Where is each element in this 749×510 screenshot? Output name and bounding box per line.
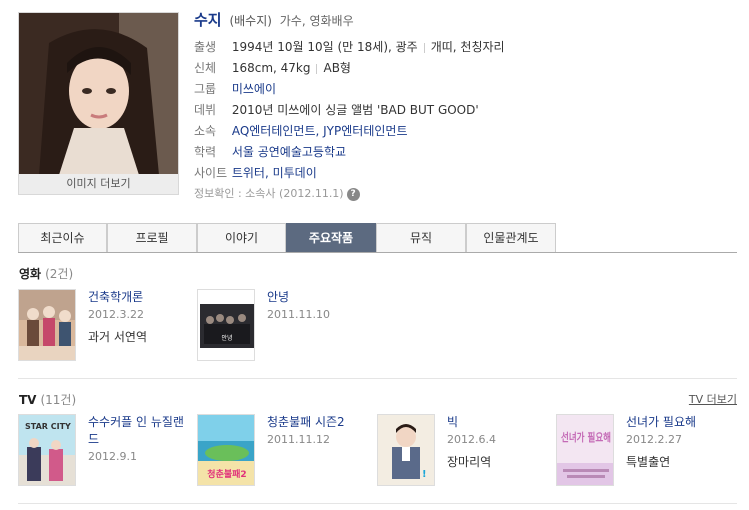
tv-item: STAR CITY 수수커플 인 뉴질랜드 2012.9.1 bbox=[18, 414, 193, 489]
tv-title[interactable]: 빅 bbox=[447, 414, 547, 431]
tv-info: 빅 2012.6.4 장마리역 bbox=[447, 414, 547, 472]
info-row-group: 그룹 미쓰에이 bbox=[194, 79, 505, 100]
separator bbox=[423, 42, 425, 53]
movies-heading: 영화 bbox=[19, 267, 42, 281]
tv-more-link[interactable]: TV 더보기 bbox=[689, 391, 737, 407]
birth-value: 1994년 10월 10일 (만 18세), 광주 bbox=[231, 40, 418, 54]
profile-portrait-image bbox=[19, 13, 178, 175]
person-real-name: (배수지) bbox=[229, 14, 272, 28]
tv-date: 2012.6.4 bbox=[447, 433, 496, 446]
movie-info: 건축학개론 2012.3.22 과거 서연역 bbox=[88, 289, 188, 347]
help-icon[interactable]: ? bbox=[346, 187, 360, 201]
info-label: 사이트 bbox=[194, 166, 228, 180]
tv-role: 특별출연 bbox=[626, 455, 671, 469]
info-row-body: 신체 168cm, 47kg AB형 bbox=[194, 58, 505, 79]
tv-date: 2012.9.1 bbox=[88, 450, 137, 463]
seonnyeo-text: 선녀가 필요해 bbox=[561, 430, 611, 444]
tv-role: 장마리역 bbox=[447, 455, 492, 469]
info-row-debut: 데뷔 2010년 미쓰에이 싱글 앨범 'BAD BUT GOOD' bbox=[194, 100, 505, 121]
svg-text:!: ! bbox=[422, 469, 427, 480]
agency-link[interactable]: AQ엔터테인먼트, JYP엔터테인먼트 bbox=[232, 124, 408, 138]
tab-recent-issues[interactable]: 최근이슈 bbox=[18, 223, 107, 252]
tv-count: (11건) bbox=[40, 393, 77, 407]
movie-item: 건축학개론 2012.3.22 과거 서연역 bbox=[18, 289, 193, 364]
tab-profile[interactable]: 프로필 bbox=[107, 223, 197, 252]
blood-type-value: AB형 bbox=[323, 61, 351, 75]
tv-heading: TV bbox=[19, 393, 37, 407]
movie-role: 과거 서연역 bbox=[88, 330, 148, 344]
tv-title[interactable]: 수수커플 인 뉴질랜드 bbox=[88, 414, 188, 448]
chungchun-text: 청춘불패2 bbox=[207, 468, 246, 480]
movie-date: 2011.11.10 bbox=[267, 308, 330, 321]
tv-poster-starcity[interactable]: STAR CITY bbox=[18, 414, 76, 486]
starcity-text: STAR CITY bbox=[25, 422, 71, 431]
info-verification: 정보확인 : 소속사 (2012.11.1)? bbox=[194, 184, 505, 204]
svg-text:안녕: 안녕 bbox=[221, 334, 232, 342]
movie-info: 안녕 2011.11.10 bbox=[267, 289, 367, 323]
tv-date: 2011.11.12 bbox=[267, 433, 330, 446]
movies-count: (2건) bbox=[45, 267, 74, 281]
site-links[interactable]: 트위터, 미투데이 bbox=[232, 166, 317, 180]
zodiac-value: 개띠, 천칭자리 bbox=[430, 40, 505, 54]
movie-poster-architecture[interactable] bbox=[18, 289, 76, 361]
section-divider bbox=[18, 503, 737, 504]
name-row: 수지 (배수지) 가수, 영화배우 bbox=[194, 10, 505, 32]
movie-title[interactable]: 안녕 bbox=[267, 289, 367, 306]
tv-poster-chungchun[interactable]: 청춘불패2 bbox=[197, 414, 255, 486]
tv-poster-seonnyeo[interactable]: 선녀가 필요해 bbox=[556, 414, 614, 486]
profile-photo[interactable]: 이미지 더보기 bbox=[18, 12, 179, 195]
movie-item: 안녕 안녕 2011.11.10 bbox=[197, 289, 372, 364]
debut-value: 2010년 미쓰에이 싱글 앨범 'BAD BUT GOOD' bbox=[231, 103, 479, 117]
info-row-education: 학력 서울 공연예술고등학교 bbox=[194, 142, 505, 163]
profile-info: 수지 (배수지) 가수, 영화배우 출생 1994년 10월 10일 (만 18… bbox=[194, 10, 505, 204]
tab-relationships[interactable]: 인물관계도 bbox=[466, 223, 556, 252]
movies-section-title: 영화 (2건) bbox=[19, 265, 73, 282]
person-occupation: 가수, 영화배우 bbox=[279, 14, 354, 28]
info-row-agency: 소속 AQ엔터테인먼트, JYP엔터테인먼트 bbox=[194, 121, 505, 142]
info-label: 소속 bbox=[194, 124, 217, 138]
tab-bar: 최근이슈 프로필 이야기 주요작품 뮤직 인물관계도 bbox=[18, 223, 737, 253]
tab-music[interactable]: 뮤직 bbox=[376, 223, 466, 252]
separator bbox=[316, 63, 318, 74]
tv-item: ! 빅 2012.6.4 장마리역 bbox=[377, 414, 552, 489]
verification-text: 정보확인 : 소속사 (2012.11.1) bbox=[194, 187, 344, 200]
info-label: 그룹 bbox=[194, 82, 217, 96]
tv-title[interactable]: 선녀가 필요해 bbox=[626, 414, 726, 431]
body-value: 168cm, 47kg bbox=[231, 61, 311, 75]
tv-info: 수수커플 인 뉴질랜드 2012.9.1 bbox=[88, 414, 188, 465]
info-label: 출생 bbox=[194, 40, 217, 54]
info-label: 학력 bbox=[194, 145, 217, 159]
school-link[interactable]: 서울 공연예술고등학교 bbox=[232, 145, 346, 159]
group-link[interactable]: 미쓰에이 bbox=[232, 82, 276, 96]
movie-poster-hello[interactable]: 안녕 bbox=[197, 289, 255, 361]
info-row-birth: 출생 1994년 10월 10일 (만 18세), 광주 개띠, 천칭자리 bbox=[194, 37, 505, 58]
tv-item: 청춘불패2 청춘불패 시즌2 2011.11.12 bbox=[197, 414, 372, 489]
section-divider bbox=[18, 378, 737, 379]
tv-poster-big[interactable]: ! bbox=[377, 414, 435, 486]
tab-stories[interactable]: 이야기 bbox=[197, 223, 286, 252]
tv-info: 청춘불패 시즌2 2011.11.12 bbox=[267, 414, 367, 448]
tv-section-title: TV (11건) bbox=[19, 391, 76, 408]
tv-item: 선녀가 필요해 선녀가 필요해 2012.2.27 특별출연 bbox=[556, 414, 737, 489]
more-images-link[interactable]: 이미지 더보기 bbox=[19, 174, 178, 194]
info-label: 데뷔 bbox=[194, 103, 217, 117]
tv-info: 선녀가 필요해 2012.2.27 특별출연 bbox=[626, 414, 726, 472]
tv-date: 2012.2.27 bbox=[626, 433, 682, 446]
movie-title[interactable]: 건축학개론 bbox=[88, 289, 188, 306]
info-row-site: 사이트 트위터, 미투데이 bbox=[194, 163, 505, 184]
tv-title[interactable]: 청춘불패 시즌2 bbox=[267, 414, 367, 431]
tab-major-works[interactable]: 주요작품 bbox=[286, 223, 376, 252]
person-name: 수지 bbox=[194, 11, 222, 29]
info-label: 신체 bbox=[194, 61, 217, 75]
movie-date: 2012.3.22 bbox=[88, 308, 144, 321]
